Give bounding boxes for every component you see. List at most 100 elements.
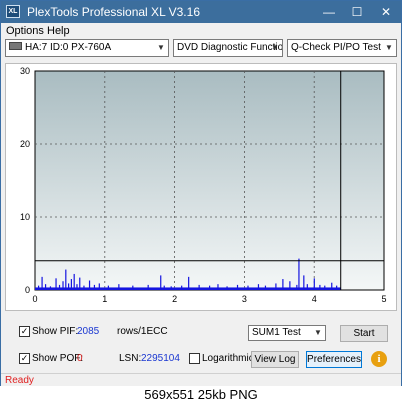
- pif-bar: [79, 277, 81, 290]
- y-tick-label: 30: [20, 66, 30, 76]
- function-select[interactable]: DVD Diagnostic Functions ▼: [173, 39, 283, 57]
- pif-bar: [296, 284, 298, 290]
- rows-label: rows/1ECC: [117, 326, 168, 337]
- menu-options[interactable]: Options: [6, 25, 44, 37]
- chevron-down-icon: ▼: [385, 43, 393, 52]
- pif-bar: [83, 285, 85, 290]
- pif-bar: [336, 285, 338, 290]
- y-tick-label: 20: [20, 139, 30, 149]
- pif-bar: [319, 284, 321, 290]
- pif-bar: [58, 284, 61, 290]
- pif-bar: [282, 279, 284, 290]
- pif-bar: [98, 283, 100, 290]
- pif-bar: [55, 278, 57, 290]
- title-bar[interactable]: XL PlexTools Professional XL V3.16 — ☐ ✕: [1, 1, 401, 23]
- pif-bar: [44, 284, 47, 290]
- menu-help[interactable]: Help: [47, 25, 70, 37]
- pif-bar: [170, 286, 172, 290]
- lsn-label: LSN:: [119, 353, 142, 364]
- x-tick-label: 5: [381, 294, 386, 304]
- menu-bar: Options Help: [1, 23, 401, 39]
- y-tick-label: 0: [25, 285, 30, 295]
- pif-chart: 0 1 2 3 4 5 0 10 20 30: [5, 63, 397, 311]
- logarithmic-checkbox[interactable]: [189, 353, 200, 364]
- pof-value: 0: [77, 353, 83, 364]
- pif-baseline-bar: [35, 287, 341, 290]
- control-panel: ✓ Show PIF: 2085 rows/1ECC SUM1 Test ▼ S…: [1, 317, 401, 375]
- pif-bar: [147, 284, 149, 290]
- pif-bar: [324, 285, 326, 290]
- x-tick-label: 3: [242, 294, 247, 304]
- app-window: XL PlexTools Professional XL V3.16 — ☐ ✕…: [0, 0, 402, 386]
- pif-bar: [68, 283, 70, 290]
- image-caption: 569x551 25kb PNG: [0, 386, 402, 404]
- pif-bar: [132, 285, 134, 290]
- pif-bar: [264, 285, 267, 290]
- pif-value: 2085: [77, 326, 100, 337]
- toolbar: HA:7 ID:0 PX-760A ▼ DVD Diagnostic Funct…: [1, 39, 401, 59]
- chevron-down-icon: ▼: [271, 43, 279, 52]
- pif-bar: [298, 258, 300, 290]
- test-select-value: Q-Check PI/PO Test: [291, 42, 381, 53]
- pif-bar: [73, 273, 75, 290]
- pif-bar: [49, 286, 52, 290]
- pif-bar: [76, 284, 78, 290]
- pif-bar: [188, 276, 190, 290]
- show-pif-label: Show PIF:: [32, 326, 79, 337]
- x-tick-label: 0: [32, 294, 37, 304]
- logarithmic-label: Logarithmic: [202, 353, 254, 364]
- drive-icon: [9, 42, 22, 51]
- function-select-value: DVD Diagnostic Functions: [177, 42, 283, 53]
- pif-bar: [41, 276, 43, 290]
- pif-bar: [289, 281, 291, 290]
- chart-svg: 0 1 2 3 4 5 0 10 20 30: [20, 66, 387, 304]
- pif-bar: [181, 285, 183, 290]
- pif-bar: [209, 285, 211, 290]
- y-tick-label: 10: [20, 212, 30, 222]
- x-tick-label: 4: [312, 294, 317, 304]
- pif-bar: [306, 284, 308, 290]
- pif-bar: [107, 285, 109, 290]
- show-pif-checkbox[interactable]: ✓: [19, 326, 30, 337]
- pif-bar: [275, 283, 277, 290]
- view-log-button[interactable]: View Log: [251, 351, 299, 368]
- pif-bar: [93, 284, 96, 290]
- pif-bar: [313, 278, 315, 290]
- chevron-down-icon: ▼: [157, 43, 165, 52]
- drive-select-value: HA:7 ID:0 PX-760A: [25, 42, 112, 53]
- maximize-button[interactable]: ☐: [343, 1, 371, 23]
- pif-bar: [226, 286, 228, 290]
- x-tick-label: 2: [172, 294, 177, 304]
- sum-test-select[interactable]: SUM1 Test ▼: [248, 325, 326, 341]
- pif-bar: [163, 285, 165, 290]
- pif-bar: [217, 284, 219, 290]
- show-pof-label: Show POF:: [32, 353, 84, 364]
- pif-bar: [247, 285, 249, 290]
- minimize-button[interactable]: —: [315, 1, 343, 23]
- lsn-value: 2295104: [141, 353, 180, 364]
- pif-bar: [198, 284, 200, 290]
- preferences-button[interactable]: Preferences: [306, 351, 362, 368]
- chevron-down-icon: ▼: [314, 328, 322, 337]
- pif-bar: [37, 285, 40, 290]
- pif-bar: [118, 284, 120, 290]
- info-icon[interactable]: i: [371, 351, 387, 367]
- pif-bar: [236, 284, 239, 290]
- status-text: Ready: [5, 375, 34, 386]
- pif-bar: [160, 275, 162, 290]
- pif-bar: [62, 281, 64, 290]
- pif-bar: [70, 279, 72, 290]
- test-select[interactable]: Q-Check PI/PO Test ▼: [287, 39, 397, 57]
- window-title: PlexTools Professional XL V3.16: [27, 5, 200, 19]
- pif-bar: [65, 269, 67, 290]
- pif-bar: [88, 280, 91, 290]
- x-tick-label: 1: [102, 294, 107, 304]
- close-button[interactable]: ✕: [372, 1, 400, 23]
- drive-select[interactable]: HA:7 ID:0 PX-760A ▼: [5, 39, 169, 57]
- pif-bar: [257, 284, 260, 290]
- sum-test-value: SUM1 Test: [252, 327, 301, 338]
- start-button[interactable]: Start: [340, 325, 388, 342]
- show-pof-checkbox[interactable]: ✓: [19, 353, 30, 364]
- pif-bar: [331, 282, 333, 290]
- app-icon: XL: [6, 5, 20, 18]
